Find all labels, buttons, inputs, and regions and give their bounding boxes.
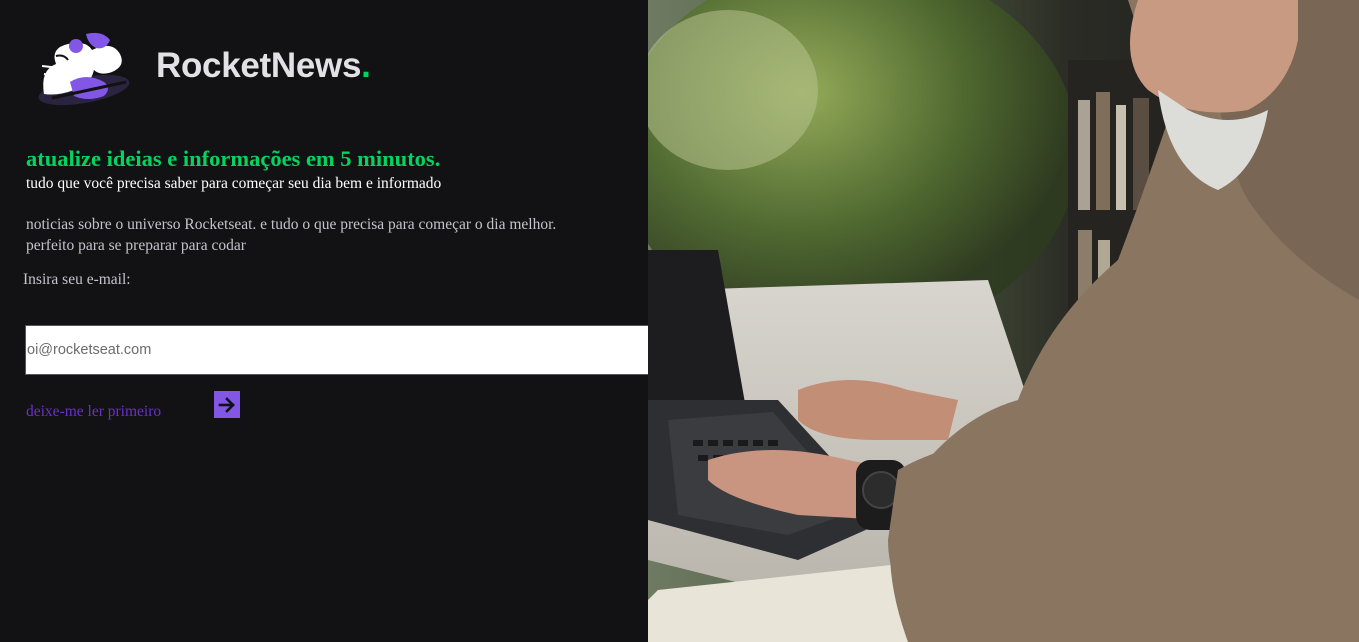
email-label: Insira seu e-mail: xyxy=(23,271,131,288)
brand-name: RocketNews. xyxy=(156,46,371,85)
arrow-right-icon xyxy=(218,396,235,413)
subheadline: tudo que você precisa saber para começar… xyxy=(26,175,442,192)
brand-dot: . xyxy=(361,46,371,85)
description-line: noticias sobre o universo Rocketseat. e … xyxy=(26,216,557,233)
read-first-link[interactable]: deixe-me ler primeiro xyxy=(26,403,161,421)
left-panel: RocketNews. atualize ideias e informaçõe… xyxy=(0,0,648,642)
headline: atualize ideias e informações em 5 minut… xyxy=(26,146,441,171)
description: noticias sobre o universo Rocketseat. e … xyxy=(26,215,556,256)
read-first-arrow-button[interactable] xyxy=(214,391,240,418)
hero-photo xyxy=(648,0,1359,642)
description-line: perfeito para se preparar para codar xyxy=(26,236,246,254)
astronaut-logo-icon xyxy=(38,32,130,106)
